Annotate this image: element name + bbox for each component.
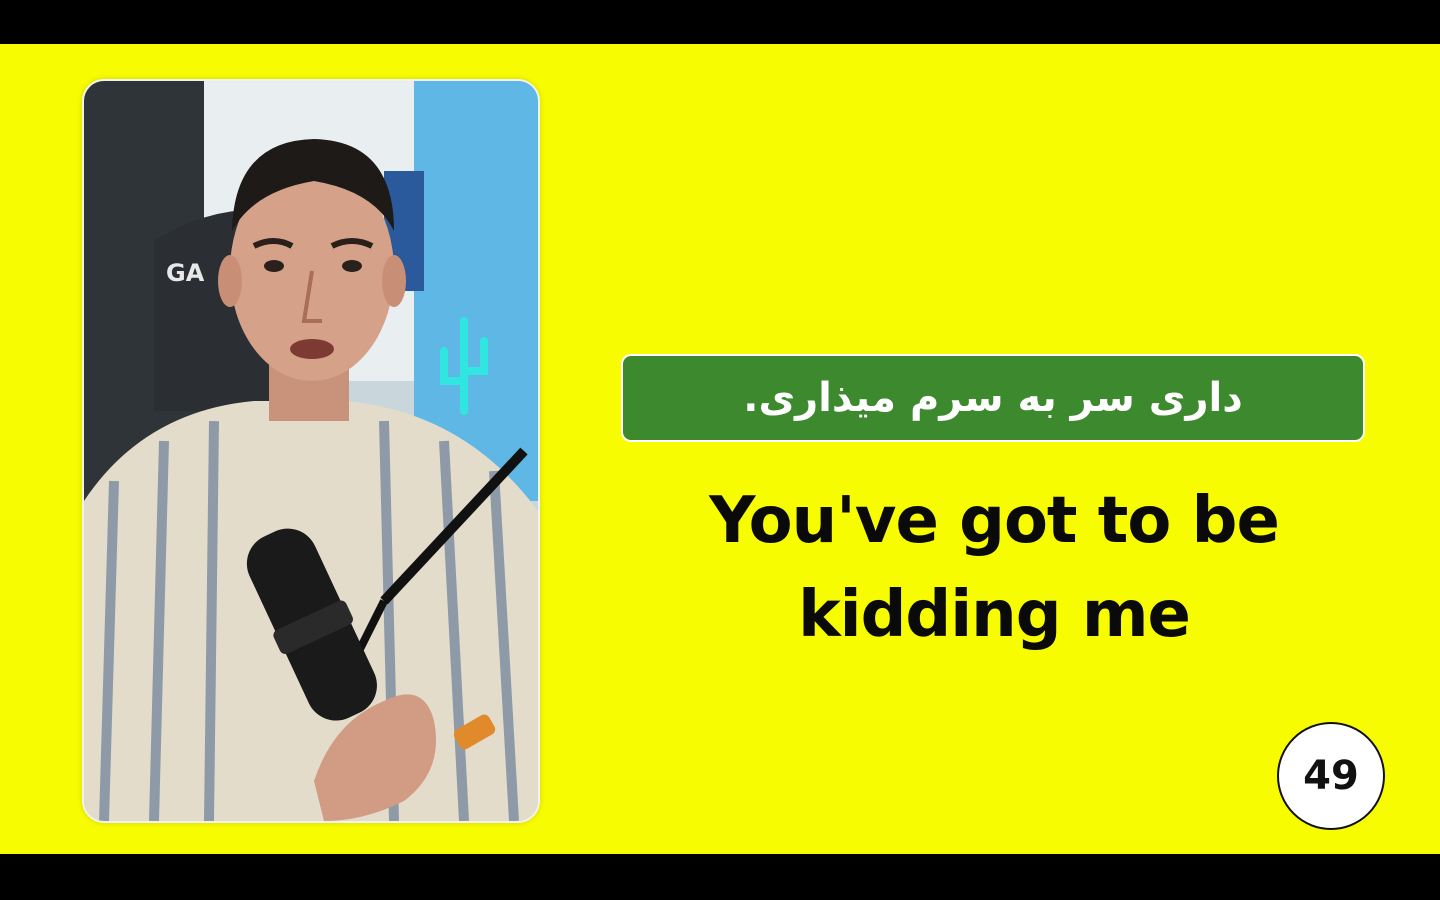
slide-stage: GA داری سر به سرم میذاری. You've got to … xyxy=(0,44,1440,854)
persian-translation-text: داری سر به سرم میذاری. xyxy=(743,375,1243,421)
english-phrase: You've got to be kidding me xyxy=(709,484,1280,652)
chair-label: GA xyxy=(166,259,205,287)
persian-translation-box: داری سر به سرم میذاری. xyxy=(621,354,1365,442)
presenter-video[interactable]: GA xyxy=(82,79,540,823)
presenter-illustration: GA xyxy=(84,81,538,821)
phrase-number-badge: 49 xyxy=(1277,722,1385,830)
phrase-number: 49 xyxy=(1303,753,1359,799)
